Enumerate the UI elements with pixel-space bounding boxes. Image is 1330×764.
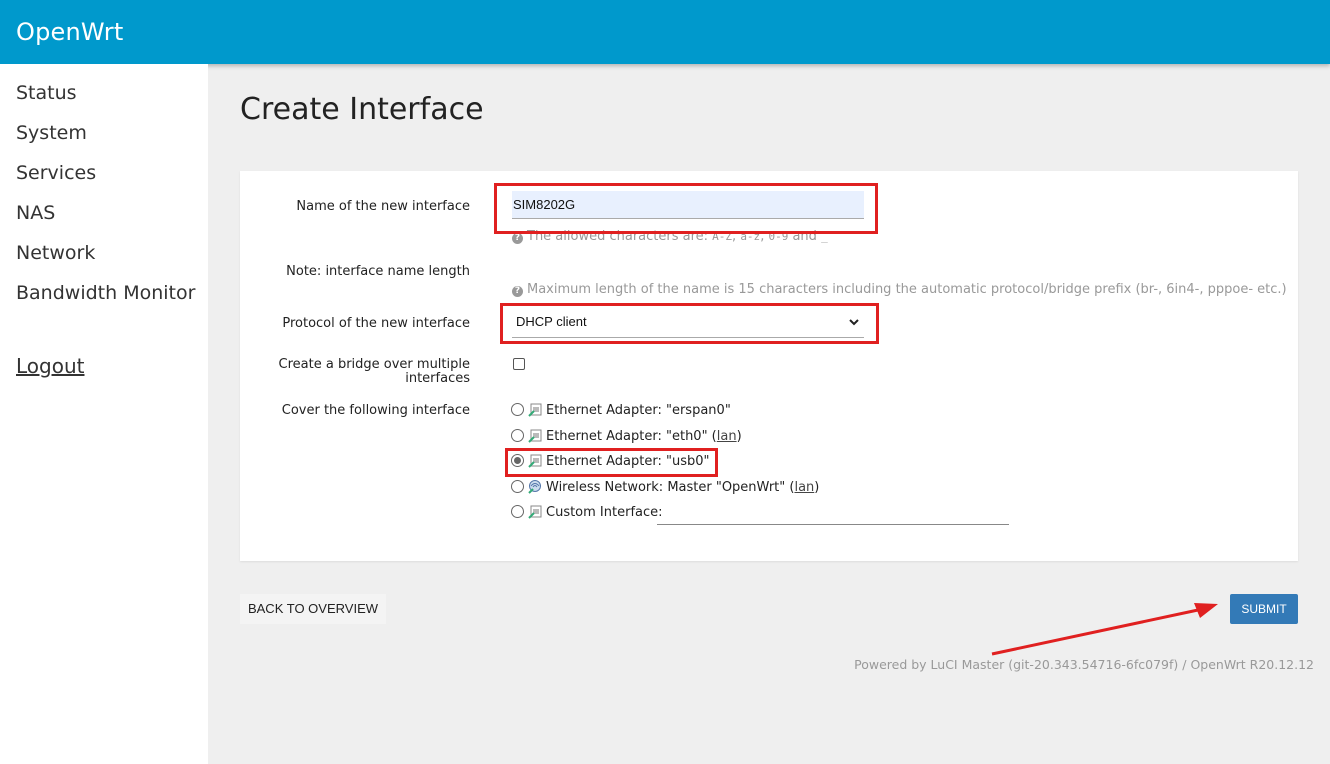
note-label: Note: interface name length (286, 264, 470, 279)
radio-button[interactable] (511, 505, 524, 518)
cover-label: Cover the following interface (281, 403, 470, 418)
note-hint: ? Maximum length of the name is 15 charac… (512, 282, 1287, 297)
cover-option-custom[interactable]: Custom Interface: (511, 505, 663, 523)
cover-option-eth0[interactable]: Ethernet Adapter: "eth0" (lan) (511, 429, 742, 447)
help-icon: ? (512, 286, 523, 297)
name-label: Name of the new interface (296, 199, 470, 214)
logout-link[interactable]: Logout (16, 354, 84, 378)
back-to-overview-button[interactable]: BACK TO OVERVIEW (240, 594, 386, 624)
annotation-box-usb0 (505, 448, 718, 477)
cover-option-erspan0[interactable]: Ethernet Adapter: "erspan0" (511, 403, 731, 421)
sidebar-item-system[interactable]: System (16, 122, 87, 144)
top-header: OpenWrt (0, 0, 1330, 64)
sidebar: Status System Services NAS Network Bandw… (0, 64, 208, 764)
footer-text: Powered by LuCI Master (git-20.343.54716… (854, 657, 1314, 672)
submit-button[interactable]: SUBMIT (1230, 594, 1298, 624)
sidebar-item-network[interactable]: Network (16, 242, 95, 264)
lan-link[interactable]: lan (717, 429, 737, 444)
ethernet-icon (528, 505, 542, 519)
brand-logo[interactable]: OpenWrt (16, 18, 123, 46)
annotation-box-name (494, 183, 878, 234)
lan-link[interactable]: lan (794, 480, 814, 495)
protocol-label: Protocol of the new interface (282, 316, 470, 331)
sidebar-item-services[interactable]: Services (16, 162, 96, 184)
sidebar-item-status[interactable]: Status (16, 82, 77, 104)
radio-button[interactable] (511, 403, 524, 416)
bridge-label: Create a bridge over multiple interfaces (278, 357, 470, 386)
sidebar-item-nas[interactable]: NAS (16, 202, 55, 224)
cover-option-wireless[interactable]: Wireless Network: Master "OpenWrt" (lan) (511, 480, 819, 498)
sidebar-item-bandwidth-monitor[interactable]: Bandwidth Monitor (16, 282, 195, 304)
custom-interface-input[interactable] (657, 524, 1009, 525)
wifi-icon (528, 480, 541, 494)
ethernet-icon (528, 403, 542, 417)
help-icon: ? (512, 233, 523, 244)
page-title: Create Interface (240, 92, 484, 127)
ethernet-icon (528, 429, 542, 443)
radio-button[interactable] (511, 480, 524, 493)
bridge-checkbox[interactable] (513, 358, 525, 370)
radio-button[interactable] (511, 429, 524, 442)
annotation-box-protocol (500, 303, 879, 344)
